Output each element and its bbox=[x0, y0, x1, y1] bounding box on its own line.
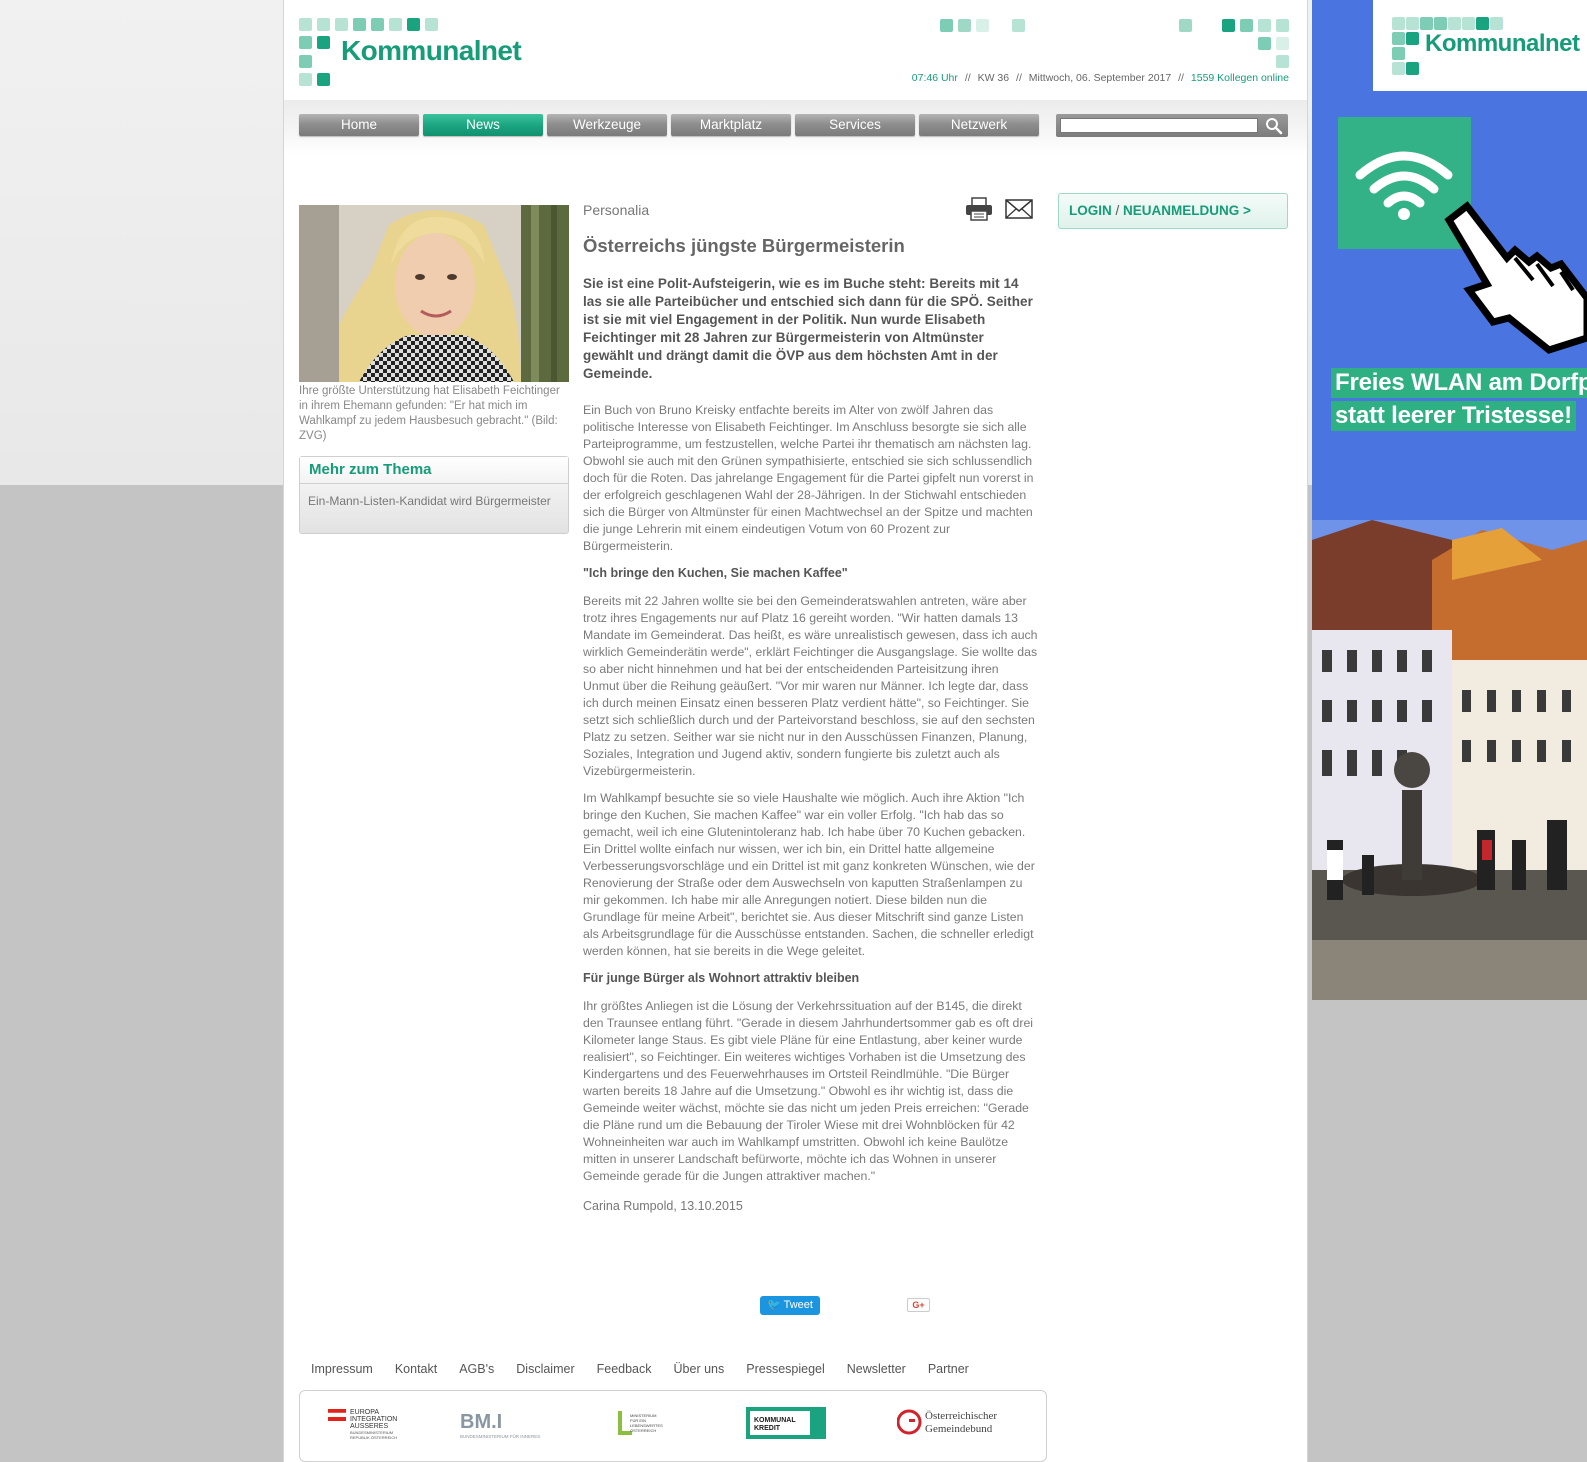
svg-text:EUROPA: EUROPA bbox=[350, 1409, 379, 1416]
article-author: Carina Rumpold, 13.10.2015 bbox=[583, 1199, 743, 1213]
svg-text:KOMMUNAL: KOMMUNAL bbox=[754, 1417, 796, 1424]
footer-link-kontakt[interactable]: Kontakt bbox=[395, 1362, 437, 1376]
footer-link-agb[interactable]: AGB's bbox=[459, 1362, 494, 1376]
tweet-button[interactable]: 🐦 Tweet bbox=[760, 1296, 820, 1315]
nav-home[interactable]: Home bbox=[299, 114, 419, 136]
partner-logo-lebensministerium[interactable]: MINISTERIUM FÜR EIN LEBENSWERTES ÖSTERRE… bbox=[618, 1405, 688, 1447]
svg-text:KREDIT: KREDIT bbox=[754, 1425, 781, 1432]
svg-text:REPUBLIK ÖSTERREICH: REPUBLIK ÖSTERREICH bbox=[350, 1435, 397, 1440]
calendar-week: KW 36 bbox=[977, 72, 1010, 84]
nav-news[interactable]: News bbox=[423, 114, 543, 136]
article-title: Österreichs jüngste Bürgermeisterin bbox=[583, 235, 905, 256]
current-time: 07:46 Uhr bbox=[911, 72, 958, 84]
footer-link-partner[interactable]: Partner bbox=[928, 1362, 969, 1376]
google-plus-button[interactable]: G+ bbox=[907, 1298, 930, 1312]
ad-headline: Freies WLAN am Dorfp statt leerer Triste… bbox=[1331, 368, 1587, 434]
footer-link-pressespiegel[interactable]: Pressespiegel bbox=[746, 1362, 825, 1376]
article-body: Ein Buch von Bruno Kreisky entfachte ber… bbox=[583, 402, 1038, 1185]
login-box[interactable]: LOGIN / NEUANMELDUNG > bbox=[1058, 193, 1288, 229]
partner-logo-europa[interactable]: EUROPA INTEGRATION AUSSERES BUNDESMINIST… bbox=[327, 1405, 418, 1447]
related-title: Mehr zum Thema bbox=[300, 457, 568, 484]
search-button[interactable] bbox=[1264, 116, 1284, 135]
photo-caption: Ihre größte Unterstützung hat Elisabeth … bbox=[299, 385, 560, 442]
main-nav: Home News Werkzeuge Marktplatz Services … bbox=[299, 114, 1039, 136]
svg-text:BUNDESMINISTERIUM FÜR INNERES: BUNDESMINISTERIUM FÜR INNERES bbox=[460, 1433, 540, 1439]
article-subheading: "Ich bringe den Kuchen, Sie machen Kaffe… bbox=[583, 566, 848, 580]
current-date: Mittwoch, 06. September 2017 bbox=[1028, 72, 1172, 84]
related-box: Mehr zum Thema Ein-Mann-Listen-Kandidat … bbox=[299, 456, 569, 534]
article-paragraph: Bereits mit 22 Jahren wollte sie bei den… bbox=[583, 594, 1038, 778]
login-link[interactable]: LOGIN bbox=[1069, 203, 1112, 218]
footer-link-feedback[interactable]: Feedback bbox=[597, 1362, 652, 1376]
nav-netzwerk[interactable]: Netzwerk bbox=[919, 114, 1039, 136]
logo-wordmark: Kommunalnet bbox=[341, 35, 522, 66]
svg-text:AUSSERES: AUSSERES bbox=[350, 1423, 388, 1430]
site-header: Kommunalnet 07:46 Uhr // KW 36 // Mittwo… bbox=[284, 0, 1307, 100]
partner-logo-kommunalkredit[interactable]: KOMMUNAL KREDIT bbox=[746, 1405, 830, 1447]
partner-logos: EUROPA INTEGRATION AUSSERES BUNDESMINIST… bbox=[299, 1390, 1047, 1462]
svg-text:INTEGRATION: INTEGRATION bbox=[350, 1416, 397, 1423]
article-subheading: Für junge Bürger als Wohnort attraktiv b… bbox=[583, 971, 860, 985]
partner-logo-bmi[interactable]: BM.I BUNDESMINISTERIUM FÜR INNERES bbox=[460, 1405, 560, 1447]
info-bar: 07:46 Uhr // KW 36 // Mittwoch, 06. Sept… bbox=[911, 72, 1289, 84]
ad-town-photo bbox=[1312, 520, 1587, 1000]
site-logo[interactable]: Kommunalnet bbox=[299, 18, 539, 90]
article-paragraph: Im Wahlkampf besuchte sie so viele Haush… bbox=[583, 791, 1035, 958]
nav-marktplatz[interactable]: Marktplatz bbox=[671, 114, 791, 136]
article-photo bbox=[299, 205, 569, 382]
footer-link-disclaimer[interactable]: Disclaimer bbox=[516, 1362, 574, 1376]
article-lead: Sie ist eine Polit-Aufsteigerin, wie es … bbox=[583, 276, 1033, 381]
ad-logo-wordmark: Kommunalnet bbox=[1425, 30, 1580, 57]
nav-services[interactable]: Services bbox=[795, 114, 915, 136]
footer-link-impressum[interactable]: Impressum bbox=[311, 1362, 373, 1376]
article-category[interactable]: Personalia bbox=[583, 202, 1038, 218]
article-paragraph: Ein Buch von Bruno Kreisky entfachte ber… bbox=[583, 403, 1034, 553]
ad-logo: Kommunalnet bbox=[1373, 0, 1587, 91]
twitter-icon: 🐦 bbox=[767, 1299, 781, 1311]
nav-werkzeuge[interactable]: Werkzeuge bbox=[547, 114, 667, 136]
main-page: Kommunalnet 07:46 Uhr // KW 36 // Mittwo… bbox=[283, 0, 1308, 1462]
hand-cursor-icon bbox=[1444, 201, 1587, 354]
advertisement-banner[interactable]: Kommunalnet Freies WLAN am Dorfp statt l… bbox=[1312, 0, 1587, 1000]
search-icon bbox=[1266, 118, 1283, 135]
svg-text:BM.I: BM.I bbox=[460, 1411, 502, 1433]
svg-text:Gemeindebund: Gemeindebund bbox=[925, 1423, 993, 1435]
footer-link-ueber-uns[interactable]: Über uns bbox=[674, 1362, 725, 1376]
svg-text:ÖSTERREICH: ÖSTERREICH bbox=[630, 1428, 656, 1433]
svg-text:Österreichischer: Österreichischer bbox=[925, 1410, 997, 1422]
online-count[interactable]: 1559 Kollegen online bbox=[1191, 72, 1289, 84]
partner-logo-gemeindebund[interactable]: Österreichischer Gemeindebund bbox=[896, 1405, 1017, 1447]
search-box bbox=[1056, 114, 1288, 137]
related-link[interactable]: Ein-Mann-Listen-Kandidat wird Bürgermeis… bbox=[300, 484, 568, 509]
footer-links: Impressum Kontakt AGB's Disclaimer Feedb… bbox=[311, 1362, 991, 1376]
nav-band: Home News Werkzeuge Marktplatz Services … bbox=[284, 100, 1307, 155]
search-input[interactable] bbox=[1060, 118, 1258, 133]
article: Personalia Österreichs jüngste Bürgermei… bbox=[583, 200, 1038, 1213]
register-link[interactable]: NEUANMELDUNG > bbox=[1123, 203, 1251, 218]
footer-link-newsletter[interactable]: Newsletter bbox=[847, 1362, 906, 1376]
article-paragraph: Ihr größtes Anliegen ist die Lösung der … bbox=[583, 999, 1034, 1183]
